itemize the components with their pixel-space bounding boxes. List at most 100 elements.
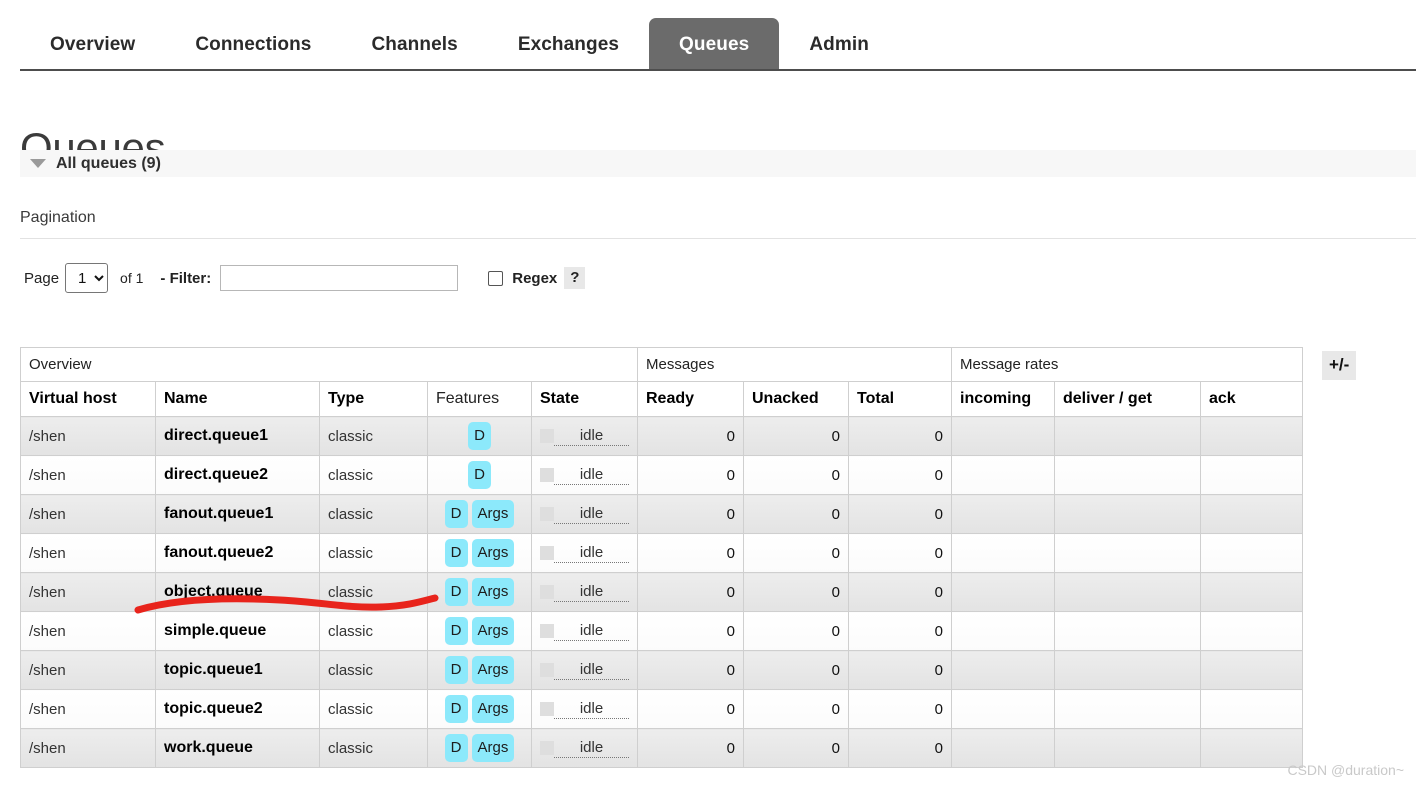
cell-virtual-host: /shen — [20, 611, 156, 651]
cell-queue-name[interactable]: fanout.queue1 — [155, 494, 320, 534]
cell-queue-type: classic — [319, 728, 428, 768]
chevron-down-icon[interactable] — [30, 159, 46, 168]
table-row[interactable]: /shen fanout.queue1 classic D Args idle 0 0 0 — [20, 494, 1303, 534]
cell-incoming — [951, 533, 1055, 573]
tab-overview[interactable]: Overview — [20, 18, 165, 71]
cell-ready: 0 — [637, 689, 744, 729]
cell-queue-type: classic — [319, 455, 428, 495]
table-row[interactable]: /shen object.queue classic D Args idle 0 0 0 — [20, 572, 1303, 612]
all-queues-section-header[interactable]: All queues (9) — [20, 150, 1416, 177]
state-indicator-icon — [540, 507, 554, 521]
cell-total: 0 — [848, 494, 952, 534]
cell-queue-name[interactable]: object.queue — [155, 572, 320, 612]
cell-incoming — [951, 611, 1055, 651]
cell-virtual-host: /shen — [20, 416, 156, 456]
cell-ready: 0 — [637, 455, 744, 495]
cell-unacked: 0 — [743, 416, 849, 456]
column-header-virtual-host[interactable]: Virtual host — [20, 381, 156, 417]
filter-input[interactable] — [220, 265, 459, 291]
cell-deliver-get — [1054, 533, 1201, 573]
table-row[interactable]: /shen topic.queue1 classic D Args idle 0 0 0 — [20, 650, 1303, 690]
column-header-total[interactable]: Total — [848, 381, 952, 417]
cell-queue-type: classic — [319, 689, 428, 729]
state-indicator-icon — [540, 624, 554, 638]
cell-ready: 0 — [637, 572, 744, 612]
table-row[interactable]: /shen direct.queue1 classic Didle 0 0 0 — [20, 416, 1303, 456]
column-header-ack[interactable]: ack — [1200, 381, 1303, 417]
column-header-incoming[interactable]: incoming — [951, 381, 1055, 417]
cell-deliver-get — [1054, 455, 1201, 495]
cell-queue-name[interactable]: direct.queue2 — [155, 455, 320, 495]
cell-total: 0 — [848, 533, 952, 573]
feature-badge-args: Args — [471, 656, 515, 684]
feature-badge-d: D — [468, 461, 491, 489]
cell-queue-name[interactable]: simple.queue — [155, 611, 320, 651]
table-group-header-row: Overview Messages Message rates — [20, 347, 1303, 382]
cell-queue-name[interactable]: topic.queue1 — [155, 650, 320, 690]
column-header-state[interactable]: State — [531, 381, 638, 417]
cell-ready: 0 — [637, 728, 744, 768]
group-header-cell: Overview — [20, 347, 638, 382]
cell-ack — [1200, 494, 1303, 534]
cell-total: 0 — [848, 650, 952, 690]
page-select[interactable]: 1 — [65, 263, 109, 293]
regex-checkbox[interactable] — [488, 270, 504, 286]
tab-connections[interactable]: Connections — [165, 18, 341, 71]
all-queues-label: All queues (9) — [56, 154, 161, 172]
cell-incoming — [951, 455, 1055, 495]
cell-unacked: 0 — [743, 494, 849, 534]
cell-unacked: 0 — [743, 611, 849, 651]
cell-virtual-host: /shen — [20, 494, 156, 534]
cell-queue-name[interactable]: work.queue — [155, 728, 320, 768]
state-indicator-icon — [540, 663, 554, 677]
column-header-type[interactable]: Type — [319, 381, 428, 417]
cell-state: idle — [531, 650, 638, 690]
cell-ready: 0 — [637, 494, 744, 534]
regex-help-icon[interactable]: ? — [564, 267, 586, 289]
tab-label: Queues — [679, 33, 750, 55]
toggle-columns-button[interactable]: +/- — [1322, 351, 1357, 380]
state-wrapper: idle — [540, 690, 629, 728]
state-indicator-icon — [540, 429, 554, 443]
cell-queue-type: classic — [319, 650, 428, 690]
page-total-label: of 1 — [120, 270, 144, 286]
cell-ack — [1200, 611, 1303, 651]
tab-channels[interactable]: Channels — [341, 18, 487, 71]
cell-incoming — [951, 650, 1055, 690]
table-row[interactable]: /shen simple.queue classic D Args idle 0 0 0 — [20, 611, 1303, 651]
state-indicator-icon — [540, 468, 554, 482]
cell-total: 0 — [848, 611, 952, 651]
column-header-name[interactable]: Name — [155, 381, 320, 417]
cell-queue-name[interactable]: fanout.queue2 — [155, 533, 320, 573]
tab-admin[interactable]: Admin — [779, 18, 899, 71]
cell-state: idle — [531, 728, 638, 768]
tab-label: Exchanges — [517, 33, 620, 55]
nav-tab-list: Overview Connections Channels Exchanges Queu… — [20, 18, 899, 71]
cell-state: idle — [531, 533, 638, 573]
tab-exchanges[interactable]: Exchanges — [488, 18, 649, 71]
table-row[interactable]: /shen work.queue classic D Args idle 0 0 0 — [20, 728, 1303, 768]
cell-features: D Args — [427, 611, 532, 651]
tab-label: Admin — [809, 33, 869, 55]
cell-queue-name[interactable]: topic.queue2 — [155, 689, 320, 729]
cell-deliver-get — [1054, 416, 1201, 456]
cell-total: 0 — [848, 728, 952, 768]
state-label: idle — [554, 622, 629, 641]
table-row[interactable]: /shen direct.queue2 classic Didle 0 0 0 — [20, 455, 1303, 495]
tab-queues[interactable]: Queues — [649, 18, 780, 71]
column-header-deliver-get[interactable]: deliver / get — [1054, 381, 1201, 417]
cell-unacked: 0 — [743, 572, 849, 612]
column-header-unacked[interactable]: Unacked — [743, 381, 849, 417]
cell-queue-type: classic — [319, 416, 428, 456]
cell-features: D Args — [427, 650, 532, 690]
cell-total: 0 — [848, 455, 952, 495]
cell-queue-name[interactable]: direct.queue1 — [155, 416, 320, 456]
state-label: idle — [554, 661, 629, 680]
cell-features: D Args — [427, 533, 532, 573]
table-row[interactable]: /shen topic.queue2 classic D Args idle 0 0 0 — [20, 689, 1303, 729]
table-row[interactable]: /shen fanout.queue2 classic D Args idle 0 0 0 — [20, 533, 1303, 573]
column-header-features[interactable]: Features — [427, 381, 532, 417]
column-header-ready[interactable]: Ready — [637, 381, 744, 417]
cell-virtual-host: /shen — [20, 650, 156, 690]
state-wrapper: idle — [540, 495, 629, 533]
